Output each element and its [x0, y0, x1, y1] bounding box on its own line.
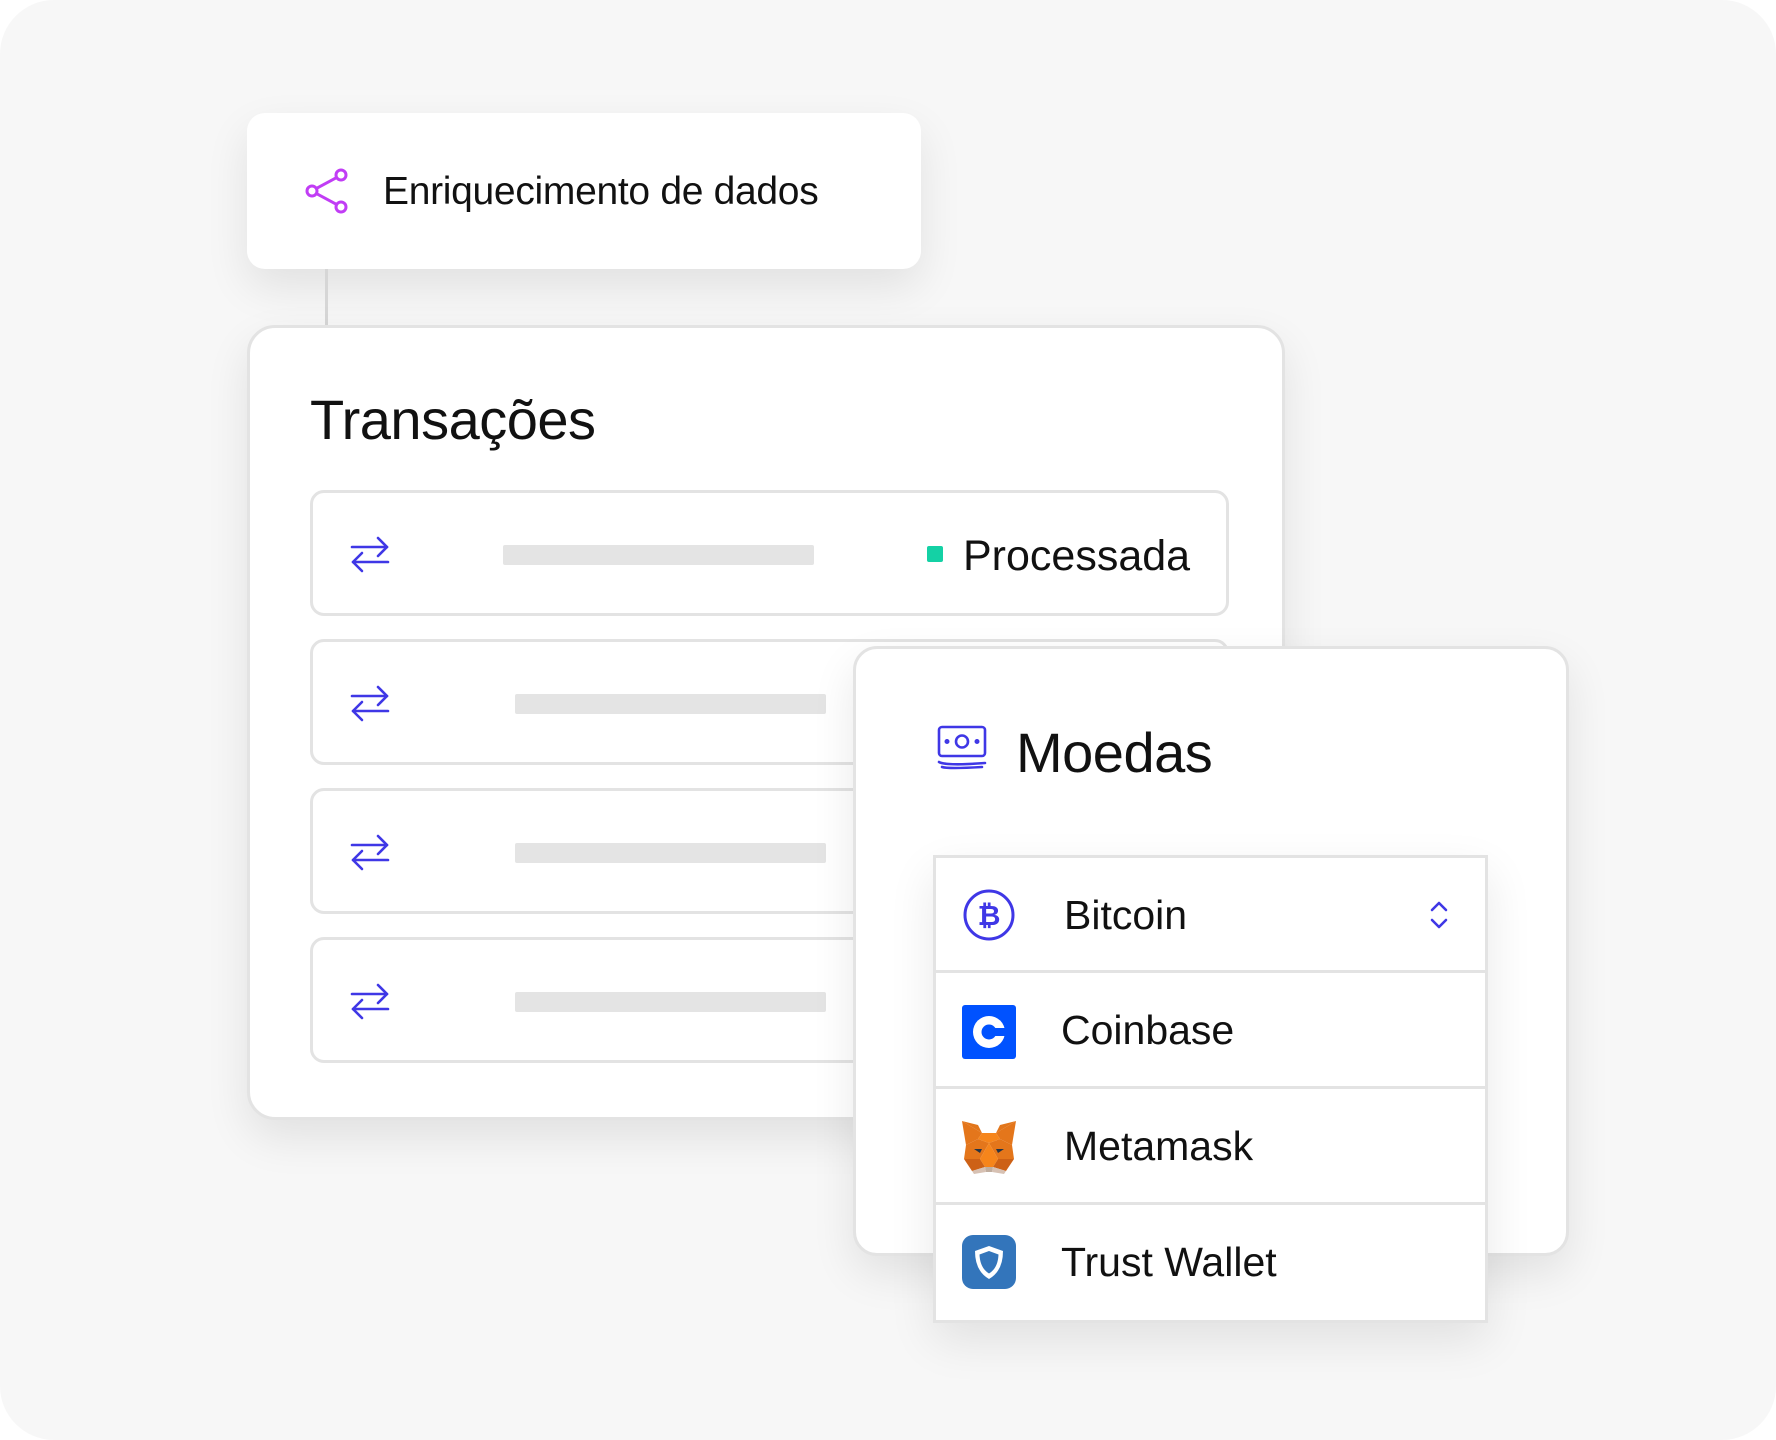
banknote-icon — [937, 725, 987, 770]
transactions-title: Transações — [310, 388, 596, 451]
status-indicator-dot — [927, 546, 943, 562]
currency-select[interactable]: ₿ Bitcoin — [936, 858, 1485, 973]
data-enrichment-title: Enriquecimento de dados — [383, 170, 819, 213]
currency-label: Trust Wallet — [1061, 1239, 1277, 1285]
swap-arrows-icon — [350, 685, 390, 722]
swap-arrows-icon — [350, 536, 390, 573]
metamask-logo — [962, 1121, 1016, 1174]
transaction-placeholder-bar — [515, 694, 826, 714]
currency-label: Metamask — [1064, 1123, 1254, 1169]
transaction-placeholder-bar — [503, 545, 814, 565]
currency-select-list: ₿ Bitcoin Coinbase Metamask Trust Wallet — [933, 855, 1488, 1323]
swap-arrows-icon — [350, 983, 390, 1020]
bitcoin-icon: ₿ — [963, 889, 1015, 941]
currency-option-coinbase[interactable]: Coinbase — [936, 973, 1485, 1089]
swap-arrows-icon — [350, 834, 390, 871]
currency-label: Bitcoin — [1064, 892, 1188, 938]
currencies-title: Moedas — [1016, 721, 1213, 784]
currency-option-metamask[interactable]: Metamask — [936, 1089, 1485, 1205]
chevron-updown-icon[interactable] — [1428, 898, 1450, 932]
connector-line — [325, 269, 328, 325]
coinbase-logo — [962, 1005, 1016, 1059]
transaction-row[interactable]: Processada — [310, 490, 1229, 616]
currency-label: Coinbase — [1061, 1007, 1235, 1053]
transaction-placeholder-bar — [515, 992, 826, 1012]
svg-text:₿: ₿ — [978, 899, 1001, 932]
data-enrichment-card: Enriquecimento de dados — [247, 113, 921, 269]
currency-option-trust-wallet[interactable]: Trust Wallet — [936, 1205, 1485, 1320]
transaction-placeholder-bar — [515, 843, 826, 863]
transaction-status: Processada — [963, 532, 1191, 580]
share-icon — [305, 168, 348, 214]
background-canvas: Enriquecimento de dados Transações Proce… — [0, 0, 1776, 1440]
trust-wallet-logo — [962, 1235, 1016, 1289]
